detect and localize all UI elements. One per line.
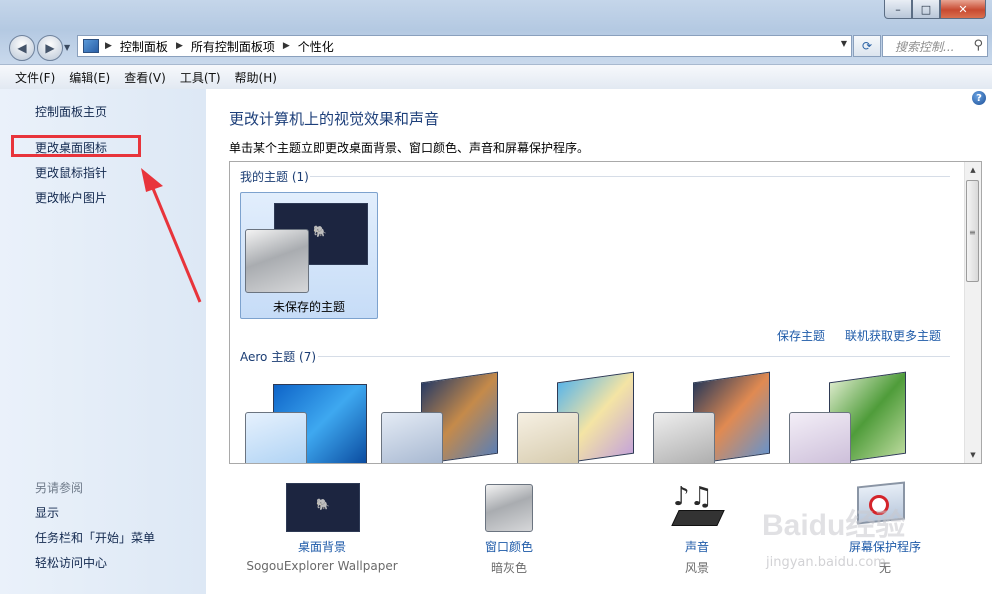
window-color-swatch — [381, 412, 443, 463]
baidu-watermark: Baidu经验 — [762, 509, 906, 542]
theme-unsaved-label: 未保存的主题 — [272, 300, 345, 314]
desktop-background-label[interactable]: 桌面背景 — [232, 538, 412, 555]
theme-gallery: 我的主题 (1) 🐘 未保存的主题 保存主题 联机获取更多主题 Aero 主题 … — [229, 161, 982, 464]
window-color-label[interactable]: 窗口颜色 — [419, 538, 599, 555]
theme-windows7[interactable] — [240, 382, 370, 463]
page-title: 更改计算机上的视觉效果和声音 — [229, 110, 440, 128]
theme-characters[interactable] — [512, 371, 642, 463]
theme-nature[interactable] — [784, 371, 914, 463]
window-color-swatch — [245, 229, 309, 293]
help-icon[interactable]: ? — [972, 91, 986, 105]
sound-music-icon: ♪♫ — [673, 482, 713, 512]
get-more-themes-link[interactable]: 联机获取更多主题 — [845, 327, 941, 344]
aero-themes-header: Aero 主题 (7) — [240, 350, 317, 364]
scroll-up-icon[interactable]: ▲ — [965, 162, 981, 178]
theme-landscapes[interactable] — [648, 371, 778, 463]
window-color-swatch — [245, 412, 307, 463]
sounds-value: 风景 — [684, 561, 709, 575]
sound-keyboard-icon — [671, 510, 725, 526]
save-theme-link[interactable]: 保存主题 — [777, 327, 825, 344]
window-color-icon — [485, 484, 533, 532]
theme-unsaved[interactable]: 🐘 未保存的主题 — [240, 192, 378, 319]
baidu-watermark-url: jingyan.baidu.com — [766, 555, 886, 570]
page-subtitle: 单击某个主题立即更改桌面背景、窗口颜色、声音和屏幕保护程序。 — [229, 141, 590, 155]
window-color-swatch — [653, 412, 715, 463]
scroll-down-icon[interactable]: ▼ — [965, 447, 981, 463]
desktop-background-value: SogouExplorer Wallpaper — [246, 559, 398, 573]
group-divider — [310, 176, 950, 177]
group-divider — [318, 356, 950, 357]
window-color-swatch — [789, 412, 851, 463]
scroll-grip-icon: ≡ — [969, 228, 976, 237]
my-themes-header: 我的主题 (1) — [240, 170, 309, 184]
theme-architecture[interactable] — [376, 371, 506, 463]
elephant-logo-icon: 🐘 — [313, 225, 327, 238]
vertical-scrollbar[interactable]: ▲ ≡ ▼ — [964, 162, 981, 463]
window-color-swatch — [517, 412, 579, 463]
elephant-logo-icon: 🐘 — [316, 498, 330, 511]
sounds-label[interactable]: 声音 — [607, 538, 787, 555]
window-color-value: 暗灰色 — [490, 561, 527, 575]
